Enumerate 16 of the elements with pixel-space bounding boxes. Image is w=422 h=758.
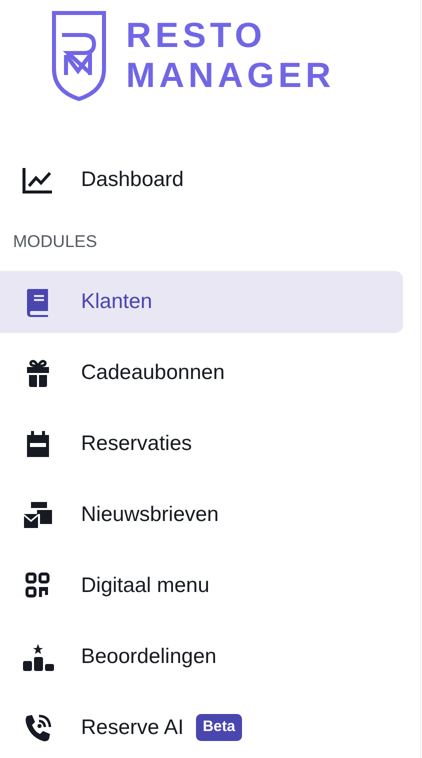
nav-item[interactable]: Reservaties (0, 412, 403, 474)
logo-text: MANAGER (126, 56, 335, 96)
logo-icon (52, 11, 106, 101)
nav-item[interactable]: Reserve AI Beta (0, 696, 403, 758)
nav-item[interactable]: Klanten (0, 270, 403, 332)
podium-icon (21, 642, 55, 672)
chart-icon (21, 165, 55, 195)
nav-item[interactable]: Nieuwsbrieven (0, 484, 403, 546)
nav-item[interactable]: Cadeaubonnen (0, 342, 403, 404)
beta-badge: Beta (196, 714, 242, 741)
mail-icon (21, 500, 55, 530)
nav-item[interactable]: Dashboard (0, 149, 403, 211)
nav-item[interactable]: Digitaal menu (0, 554, 403, 616)
section-heading: MODULES (12, 231, 98, 253)
logo-text: RESTO (126, 16, 267, 56)
nav-item[interactable]: Beoordelingen (0, 626, 403, 688)
